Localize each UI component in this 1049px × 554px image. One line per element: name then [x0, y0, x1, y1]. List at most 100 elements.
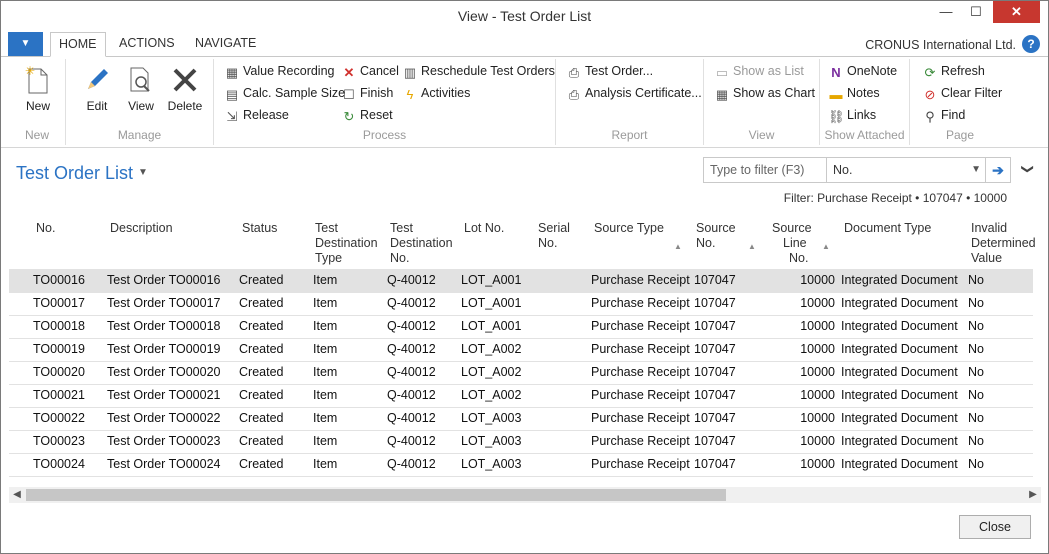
sort-asc-icon: ▲: [748, 242, 756, 251]
cell-lot-no: LOT_A003: [461, 434, 522, 448]
help-icon[interactable]: ?: [1022, 35, 1040, 53]
scroll-left-icon[interactable]: ◀: [9, 487, 25, 503]
new-button[interactable]: ✳ New: [15, 64, 61, 113]
cell-source-no: 107047: [694, 457, 736, 471]
finish-button[interactable]: ☐ Finish: [341, 83, 393, 103]
table-row[interactable]: TO00024 Test Order TO00024 Created Item Q-40…: [9, 453, 1033, 477]
show-as-chart-button[interactable]: ▦ Show as Chart: [714, 83, 815, 103]
table-row[interactable]: TO00016 Test Order TO00016 Created Item Q-40…: [9, 269, 1033, 293]
scroll-right-icon[interactable]: ▶: [1025, 487, 1041, 503]
tab-navigate[interactable]: NAVIGATE: [195, 36, 256, 50]
activities-label: Activities: [421, 86, 471, 100]
svg-text:✳: ✳: [25, 65, 35, 78]
table-row[interactable]: TO00018 Test Order TO00018 Created Item Q-40…: [9, 315, 1033, 339]
cell-source-no: 107047: [694, 296, 736, 310]
col-source-no-line1: Source: [696, 221, 736, 235]
col-source-type[interactable]: Source Type ▲: [594, 221, 689, 251]
test-order-report-button[interactable]: ⎙ Test Order...: [566, 61, 653, 81]
page-title[interactable]: Test Order List: [16, 163, 133, 184]
value-recording-label: Value Recording: [243, 64, 335, 78]
col-document-type[interactable]: Document Type: [844, 221, 931, 236]
col-test-destination-type[interactable]: Test Destination Type: [315, 221, 378, 266]
table-row[interactable]: TO00023 Test Order TO00023 Created Item Q-40…: [9, 430, 1033, 454]
reschedule-label: Reschedule Test Orders: [421, 64, 555, 78]
delete-button[interactable]: Delete: [162, 65, 208, 113]
col-source-no[interactable]: Source No. ▲: [696, 221, 758, 251]
cancel-label: Cancel: [360, 64, 399, 78]
cell-source-type: Purchase Receipt: [591, 411, 690, 425]
filter-input[interactable]: Type to filter (F3): [710, 163, 804, 177]
tab-actions[interactable]: ACTIONS: [119, 36, 175, 50]
calc-sample-size-button[interactable]: ▤ Calc. Sample Size: [224, 83, 345, 103]
col-test-destination-no[interactable]: Test Destination No.: [390, 221, 453, 266]
close-window-button[interactable]: ✕: [993, 1, 1040, 23]
group-page-label: Page: [945, 128, 975, 142]
cell-lot-no: LOT_A002: [461, 388, 522, 402]
col-test-destination-type-line1: Test: [315, 221, 338, 235]
cell-document-type: Integrated Document: [841, 296, 958, 310]
table-row[interactable]: TO00022 Test Order TO00022 Created Item Q-40…: [9, 407, 1033, 431]
filter-field-select[interactable]: No. ▼: [826, 158, 987, 182]
window: View - Test Order List — ☐ ✕ ▼ HOME ACTI…: [0, 0, 1049, 554]
group-manage: Edit View Delete Manage: [66, 59, 214, 145]
col-test-destination-no-line1: Test: [390, 221, 413, 235]
cell-test-destination-type: Item: [313, 388, 338, 402]
table-row[interactable]: TO00020 Test Order TO00020 Created Item Q-40…: [9, 361, 1033, 385]
cancel-button[interactable]: ✕ Cancel: [341, 61, 399, 81]
cell-lot-no: LOT_A003: [461, 411, 522, 425]
maximize-button[interactable]: ☐: [963, 1, 989, 23]
col-lot-no[interactable]: Lot No.: [464, 221, 504, 236]
group-report: ⎙ Test Order... ⎙ Analysis Certificate... …: [556, 59, 704, 145]
cell-test-destination-type: Item: [313, 342, 338, 356]
collapse-icon[interactable]: ❯: [1021, 162, 1035, 176]
edit-button[interactable]: Edit: [74, 65, 120, 113]
cell-document-type: Integrated Document: [841, 273, 958, 287]
show-as-list-button[interactable]: ▭ Show as List: [714, 61, 804, 81]
company-name: CRONUS International Ltd.: [865, 38, 1016, 52]
analysis-certificate-button[interactable]: ⎙ Analysis Certificate...: [566, 83, 702, 103]
chevron-down-icon[interactable]: ▼: [138, 167, 148, 178]
cell-invalid-determined-value: No: [968, 319, 984, 333]
notes-button[interactable]: ▬ Notes: [828, 83, 880, 103]
col-source-line-no[interactable]: Source Line No. ▲: [772, 221, 834, 266]
scroll-thumb[interactable]: [26, 489, 726, 501]
chevron-down-icon: ▼: [971, 164, 981, 175]
cell-source-line-no: 10000: [800, 457, 835, 471]
filter-field-value: No.: [833, 163, 853, 177]
cell-no: TO00023: [33, 434, 85, 448]
calculator-icon: ▤: [225, 87, 239, 102]
onenote-icon: N: [831, 65, 841, 80]
cell-test-destination-no: Q-40012: [387, 342, 436, 356]
col-source-line-no-line1: Source: [772, 221, 812, 235]
reset-button[interactable]: ↻ Reset: [341, 105, 393, 125]
activities-button[interactable]: ϟ Activities: [402, 83, 471, 103]
col-serial-no[interactable]: Serial No.: [538, 221, 570, 251]
close-button[interactable]: Close: [959, 515, 1031, 539]
horizontal-scrollbar[interactable]: ◀ ▶: [9, 487, 1041, 503]
value-recording-button[interactable]: ▦ Value Recording: [224, 61, 335, 81]
group-show-attached: N OneNote ▬ Notes ⛓ Links Show Attached: [820, 59, 910, 145]
reschedule-test-orders-button[interactable]: ▥ Reschedule Test Orders: [402, 61, 555, 81]
arrow-right-icon[interactable]: ➔: [985, 158, 1010, 182]
app-menu-button[interactable]: ▼: [8, 32, 43, 56]
col-status[interactable]: Status: [242, 221, 277, 236]
cell-source-no: 107047: [694, 365, 736, 379]
table-row[interactable]: TO00021 Test Order TO00021 Created Item Q-40…: [9, 384, 1033, 408]
table-row[interactable]: TO00017 Test Order TO00017 Created Item Q-40…: [9, 292, 1033, 316]
col-no[interactable]: No.: [36, 221, 55, 236]
view-button[interactable]: View: [118, 65, 164, 113]
col-description[interactable]: Description: [110, 221, 173, 236]
tab-home[interactable]: HOME: [50, 32, 106, 57]
table-row[interactable]: TO00019 Test Order TO00019 Created Item Q-40…: [9, 338, 1033, 362]
find-button[interactable]: ⚲ Find: [922, 105, 965, 125]
clear-filter-button[interactable]: ⊘ Clear Filter: [922, 83, 1003, 103]
cell-test-destination-no: Q-40012: [387, 388, 436, 402]
refresh-button[interactable]: ⟳ Refresh: [922, 61, 985, 81]
minimize-button[interactable]: —: [933, 1, 959, 23]
onenote-button[interactable]: N OneNote: [828, 61, 897, 81]
col-invalid-determined-value[interactable]: Invalid Determined Value: [971, 221, 1036, 266]
links-button[interactable]: ⛓ Links: [828, 105, 876, 125]
cell-test-destination-no: Q-40012: [387, 296, 436, 310]
release-button[interactable]: ⇲ Release: [224, 105, 289, 125]
group-new-label: New: [24, 128, 49, 142]
